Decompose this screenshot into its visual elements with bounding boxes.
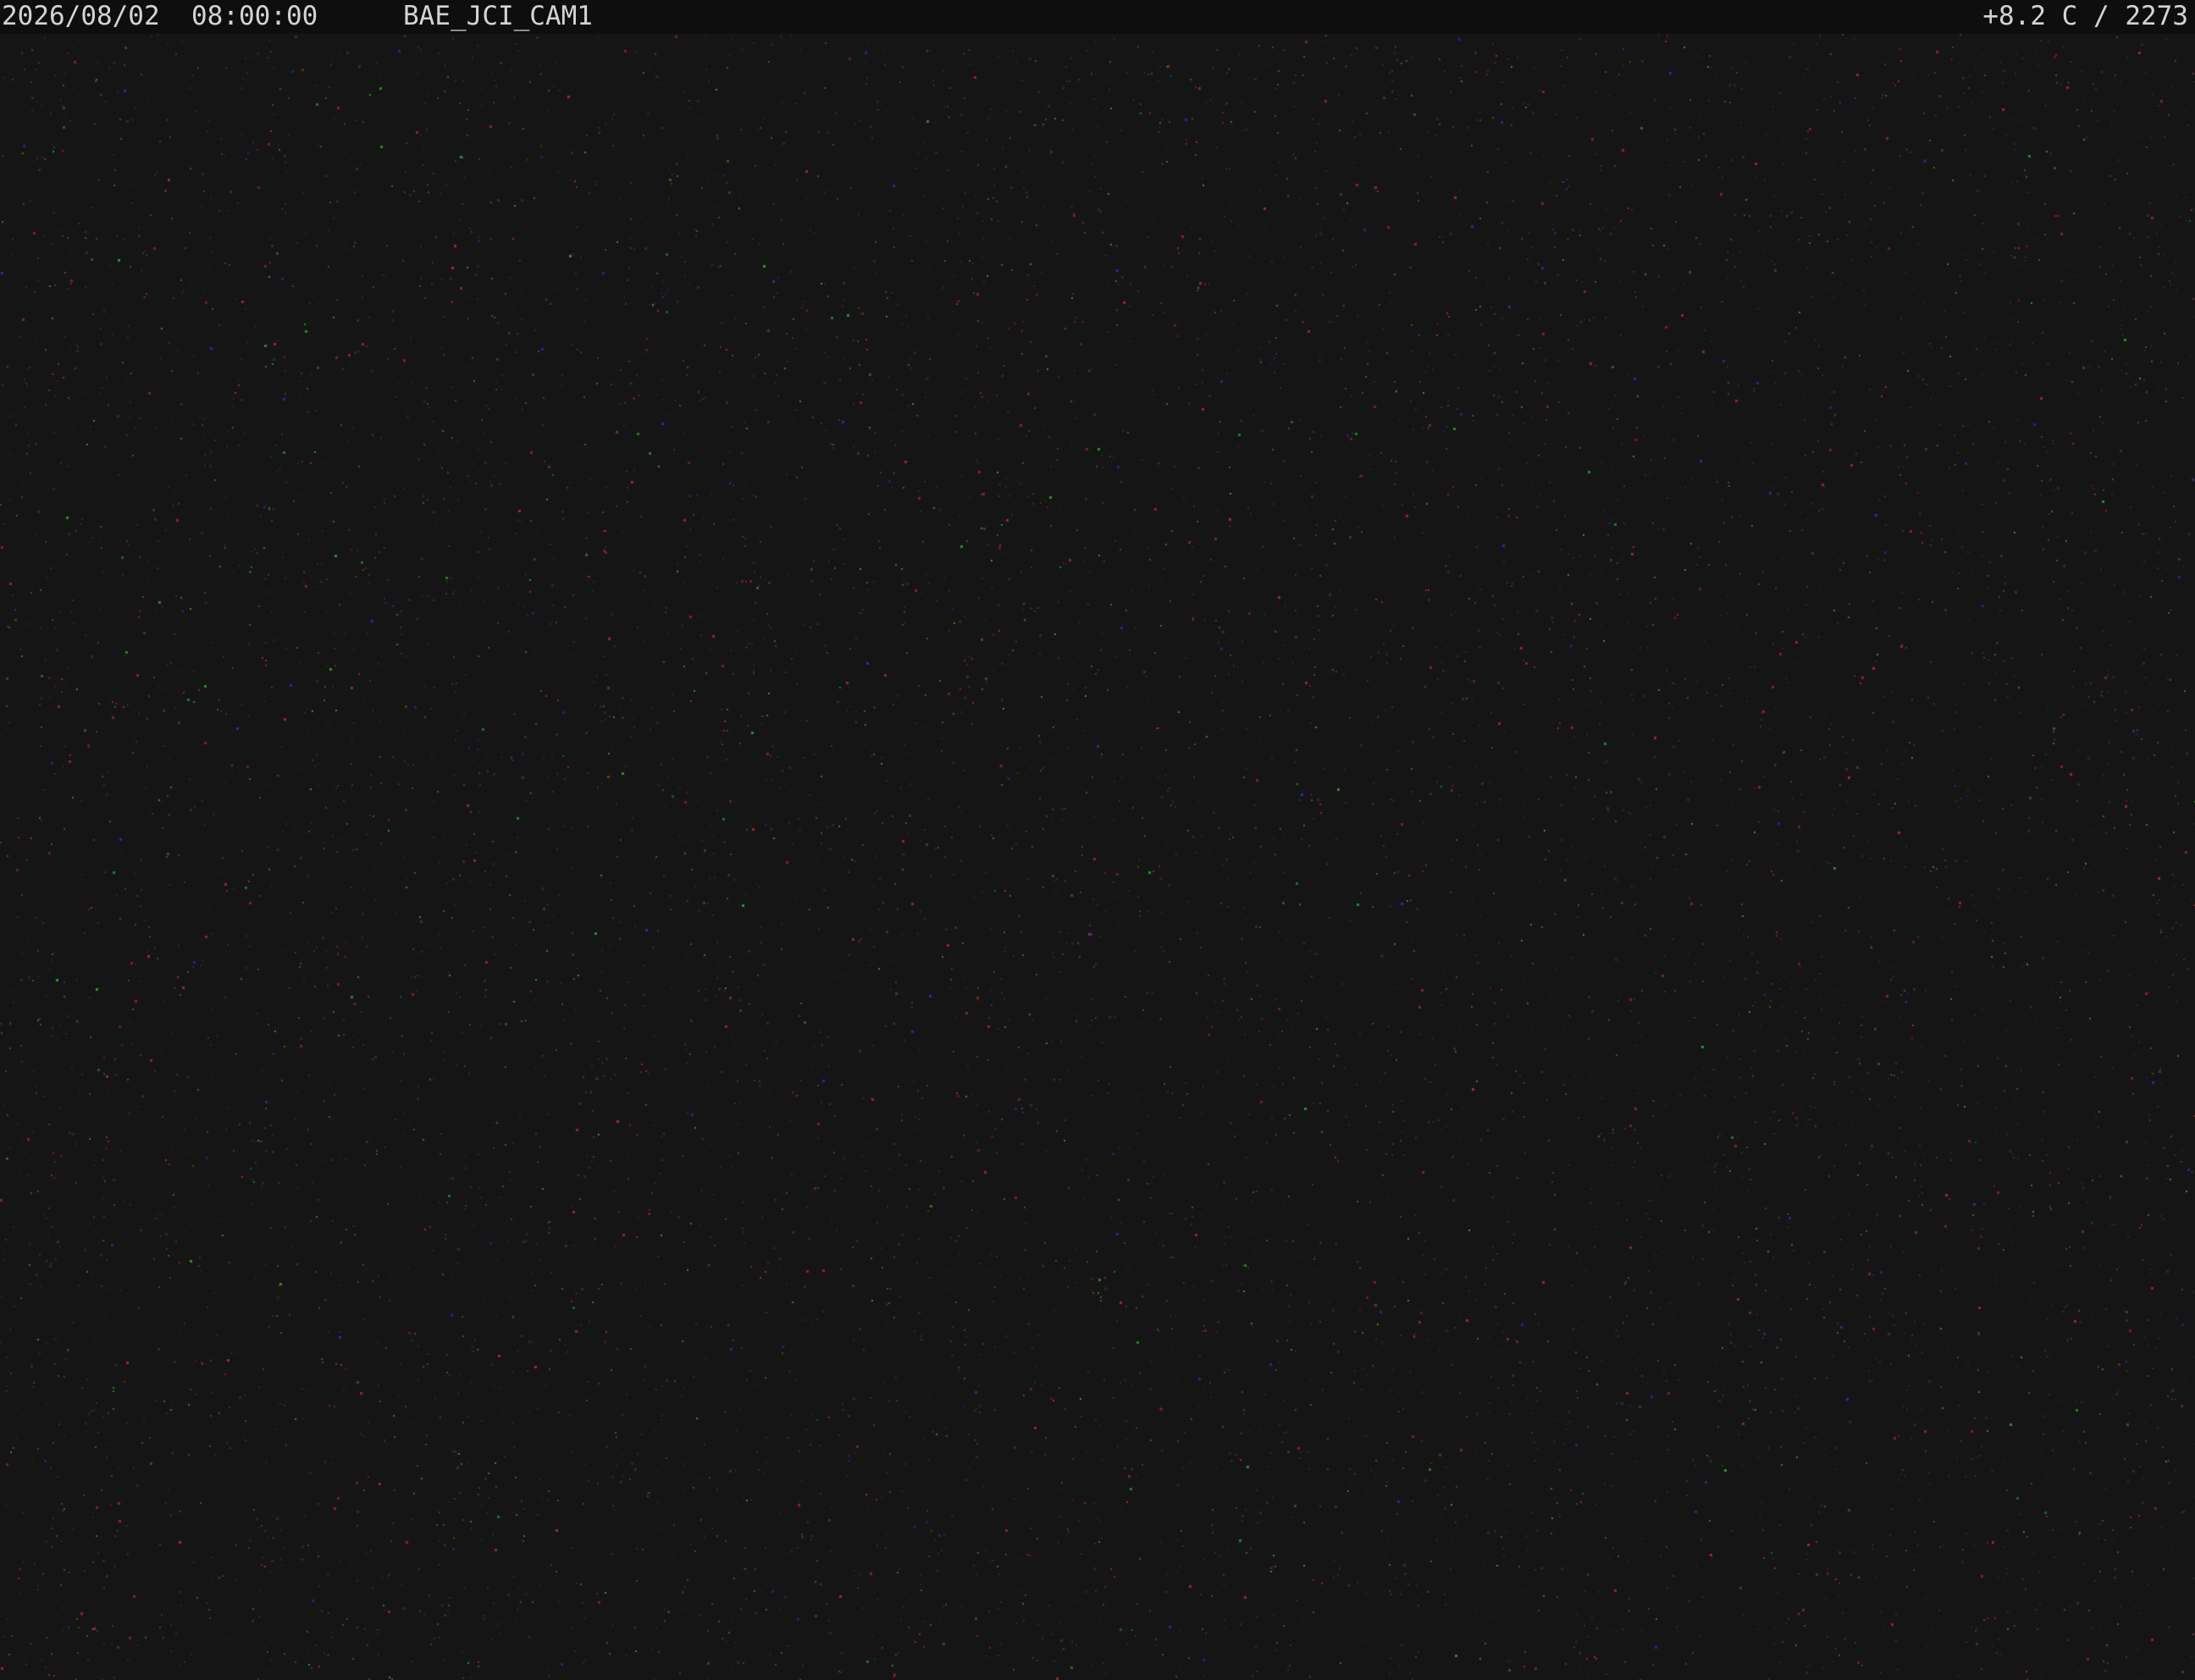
sensor-noise-image bbox=[0, 34, 2195, 1680]
camera-frame: 2026/08/02 08:00:00 BAE_JCI_CAM1 +8.2 C … bbox=[0, 0, 2195, 1680]
osd-time: 08:00:00 bbox=[191, 1, 318, 31]
osd-status: +8.2 C / 2273 bbox=[1982, 0, 2188, 32]
osd-separator: / bbox=[2093, 1, 2109, 31]
osd-datetime: 2026/08/02 08:00:00 bbox=[2, 0, 318, 32]
osd-overlay-bar: 2026/08/02 08:00:00 BAE_JCI_CAM1 +8.2 C … bbox=[0, 0, 2195, 34]
osd-temperature: +8.2 C bbox=[1982, 1, 2078, 31]
osd-counter: 2273 bbox=[2125, 1, 2188, 31]
osd-date: 2026/08/02 bbox=[2, 1, 160, 31]
osd-camera-id: BAE_JCI_CAM1 bbox=[403, 1, 593, 31]
